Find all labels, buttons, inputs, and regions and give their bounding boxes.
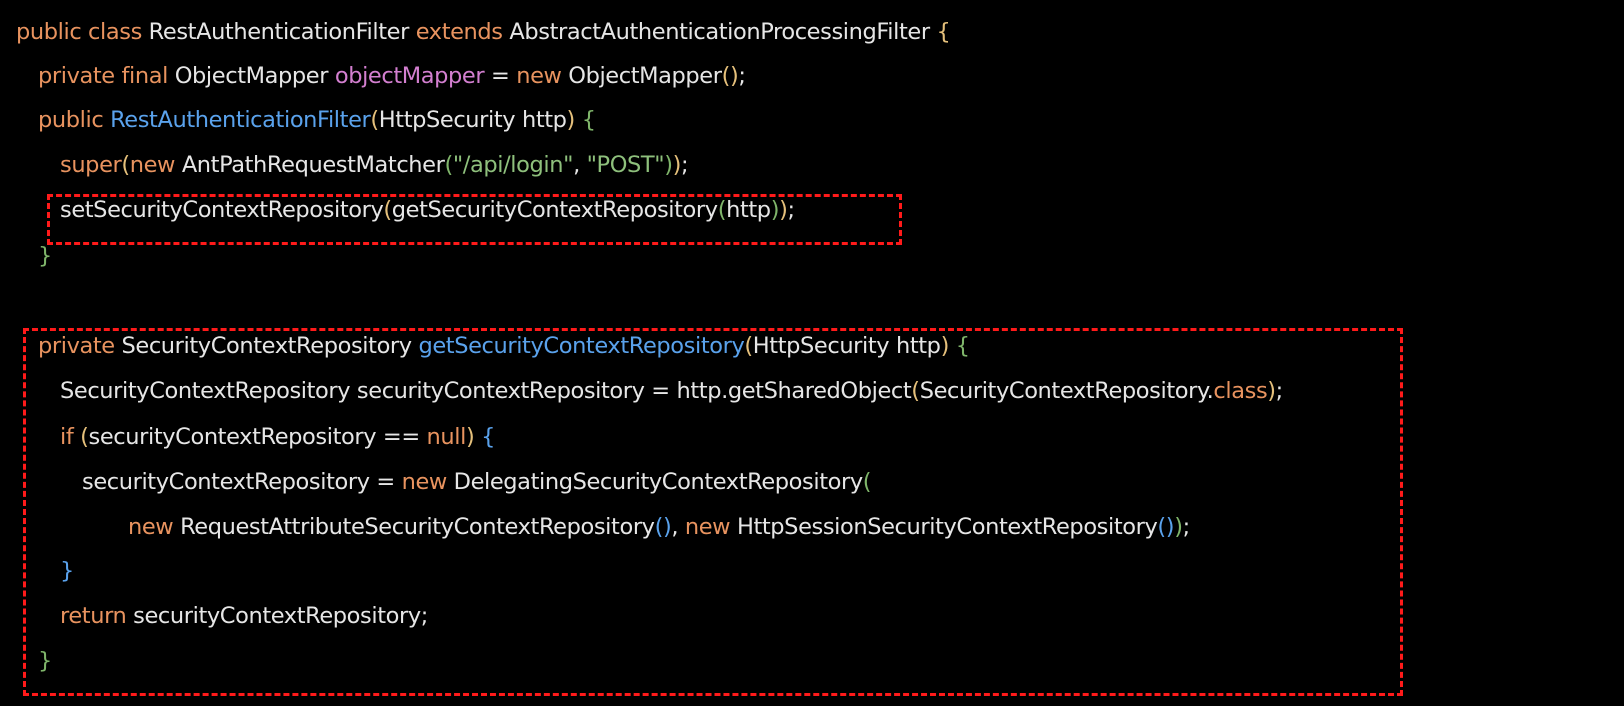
code-line: } bbox=[38, 236, 52, 276]
code-line: } bbox=[60, 551, 74, 591]
code-token: RestAuthenticationFilter bbox=[110, 107, 371, 133]
code-token: ; bbox=[680, 152, 689, 178]
code-token: ; bbox=[1182, 514, 1191, 540]
code-token: class bbox=[1213, 378, 1268, 404]
code-token: new bbox=[401, 469, 454, 495]
code-token: getSecurityContextRepository bbox=[391, 197, 718, 223]
code-token: public class bbox=[16, 19, 149, 45]
code-line: securityContextRepository = new Delegati… bbox=[82, 462, 872, 502]
code-token: null bbox=[426, 424, 467, 450]
code-line: SecurityContextRepository securityContex… bbox=[60, 371, 1283, 411]
code-token: getSecurityContextRepository bbox=[418, 333, 745, 359]
code-token: } bbox=[60, 558, 74, 584]
code-token: RestAuthenticationFilter bbox=[148, 19, 416, 45]
code-token: setSecurityContextRepository bbox=[60, 197, 384, 223]
code-token: HttpSecurity http bbox=[752, 333, 941, 359]
code-token: AntPathRequestMatcher bbox=[181, 152, 445, 178]
code-token: securityContextRepository = bbox=[82, 469, 402, 495]
code-token: "POST" bbox=[586, 152, 665, 178]
code-token: ) bbox=[566, 107, 582, 133]
code-token: ObjectMapper bbox=[568, 63, 722, 89]
code-token: AbstractAuthenticationProcessingFilter bbox=[509, 19, 937, 45]
code-token: ( bbox=[80, 424, 89, 450]
code-token: () bbox=[721, 63, 739, 89]
code-token: new bbox=[128, 514, 181, 540]
code-token: ) bbox=[465, 424, 482, 450]
code-token: ( bbox=[862, 469, 872, 495]
code-token: () bbox=[1157, 514, 1175, 540]
code-token: HttpSessionSecurityContextRepository bbox=[736, 514, 1158, 540]
code-token: ; bbox=[1275, 378, 1284, 404]
code-token: ( bbox=[121, 152, 130, 178]
code-token: ) bbox=[1267, 378, 1276, 404]
code-token: { bbox=[481, 424, 496, 450]
code-token: () bbox=[654, 514, 672, 540]
code-token: http bbox=[726, 197, 771, 223]
code-token: ( bbox=[370, 107, 379, 133]
code-line: public RestAuthenticationFilter(HttpSecu… bbox=[38, 100, 596, 140]
code-token: ( bbox=[744, 333, 753, 359]
code-token: ; bbox=[787, 197, 795, 223]
code-token: ObjectMapper bbox=[174, 63, 335, 89]
code-token: } bbox=[38, 243, 52, 269]
code-token: SecurityContextRepository. bbox=[919, 378, 1214, 404]
code-token: { bbox=[955, 333, 970, 359]
code-line: return securityContextRepository; bbox=[60, 596, 428, 636]
code-token: extends bbox=[415, 19, 510, 45]
code-line: } bbox=[38, 641, 52, 681]
code-token: ) bbox=[664, 152, 673, 178]
code-line: super(new AntPathRequestMatcher("/api/lo… bbox=[60, 145, 689, 185]
code-token: public bbox=[38, 107, 111, 133]
code-line: new RequestAttributeSecurityContextRepos… bbox=[128, 507, 1190, 547]
code-token: } bbox=[38, 648, 52, 674]
code-token: objectMapper bbox=[334, 63, 485, 89]
code-token: SecurityContextRepository securityContex… bbox=[60, 378, 912, 404]
code-token: ( bbox=[717, 197, 727, 223]
code-token: if bbox=[60, 424, 81, 450]
code-token: new bbox=[516, 63, 569, 89]
code-line: public class RestAuthenticationFilter ex… bbox=[16, 12, 951, 52]
code-token: private bbox=[38, 333, 122, 359]
code-editor-view: public class RestAuthenticationFilter ex… bbox=[0, 0, 1624, 706]
code-line: private SecurityContextRepository getSec… bbox=[38, 326, 970, 366]
code-token: { bbox=[581, 107, 596, 133]
code-token: new bbox=[684, 514, 737, 540]
code-token: = bbox=[484, 63, 517, 89]
code-token: securityContextRepository; bbox=[133, 603, 428, 629]
code-token: ( bbox=[383, 197, 392, 223]
code-token: private final bbox=[38, 63, 175, 89]
code-token: ) bbox=[940, 333, 956, 359]
code-token: ( bbox=[911, 378, 920, 404]
code-token: , bbox=[671, 514, 685, 540]
code-token: , bbox=[573, 152, 587, 178]
code-token: new bbox=[129, 152, 182, 178]
code-token: return bbox=[60, 603, 134, 629]
code-token: ( bbox=[444, 152, 453, 178]
code-token: SecurityContextRepository bbox=[121, 333, 419, 359]
code-token: ) bbox=[770, 197, 780, 223]
code-token: { bbox=[936, 19, 951, 45]
code-token: ) bbox=[672, 152, 682, 178]
code-token: super bbox=[60, 152, 122, 178]
code-line: private final ObjectMapper objectMapper … bbox=[38, 56, 746, 96]
code-token: HttpSecurity http bbox=[378, 107, 567, 133]
code-token: RequestAttributeSecurityContextRepositor… bbox=[180, 514, 655, 540]
code-token: DelegatingSecurityContextRepository bbox=[453, 469, 864, 495]
code-token: securityContextRepository == bbox=[88, 424, 427, 450]
code-token: ; bbox=[738, 63, 746, 89]
code-token: ) bbox=[1174, 514, 1183, 540]
code-line: setSecurityContextRepository(getSecurity… bbox=[60, 190, 795, 230]
code-line: if (securityContextRepository == null) { bbox=[60, 417, 495, 457]
code-token: "/api/login" bbox=[452, 152, 574, 178]
